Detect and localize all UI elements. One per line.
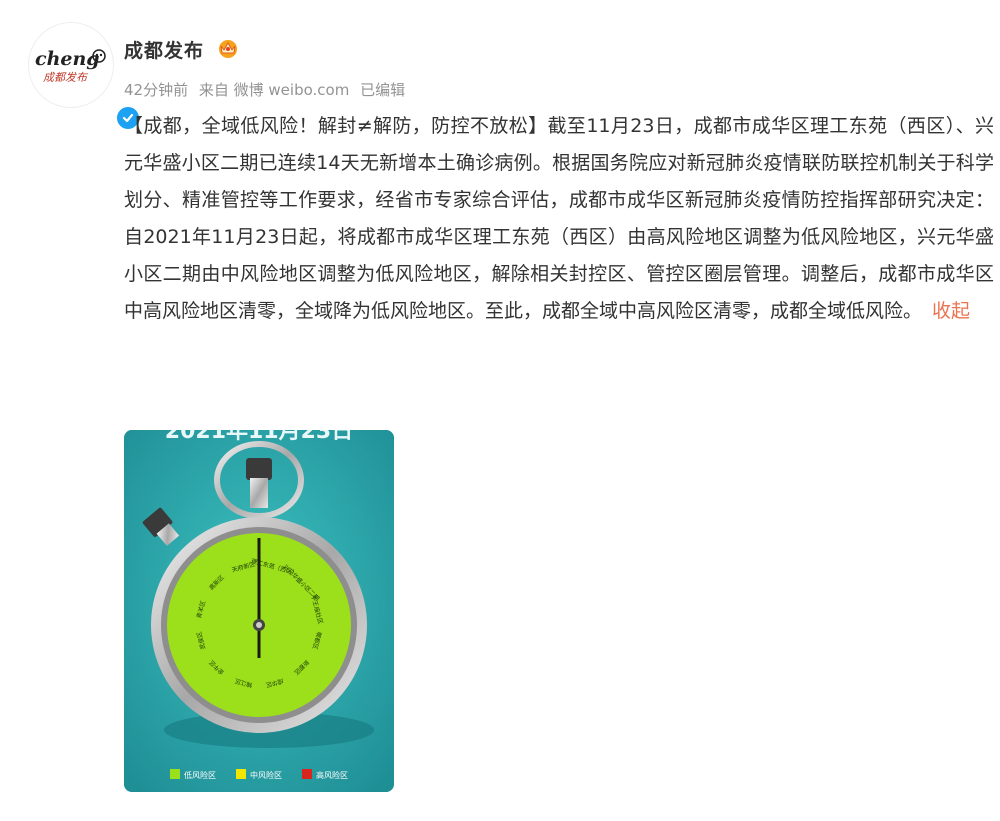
svg-text:成都发布: 成都发布 [43, 71, 89, 84]
post-body: 【成都，全域低风险！解封≠解防，防控不放松】截至11月23日，成都市成华区理工东… [124, 108, 994, 330]
legend-swatch [170, 769, 180, 779]
avatar[interactable]: cheng 成都发布 [28, 22, 141, 131]
post-meta: 42分钟前 来自 微博 weibo.com 已编辑 [124, 79, 411, 100]
edited-label[interactable]: 已编辑 [360, 81, 405, 99]
post-source: 来自 微博 weibo.com [198, 81, 350, 99]
chengdu-logo-icon: cheng 成都发布 [29, 23, 113, 107]
post-time[interactable]: 42分钟前 [124, 81, 188, 99]
svg-text:cheng: cheng [35, 48, 100, 70]
account-name[interactable]: 成都发布 [124, 36, 204, 63]
legend-label: 中风险区 [250, 770, 282, 780]
legend-label: 高风险区 [316, 770, 348, 780]
legend-swatch [236, 769, 246, 779]
crown-icon[interactable] [217, 37, 239, 59]
legend-label: 低风险区 [184, 770, 216, 780]
legend-swatch [302, 769, 312, 779]
collapse-button[interactable]: 收起 [932, 300, 970, 322]
post-text: 【成都，全域低风险！解封≠解防，防控不放松】截至11月23日，成都市成华区理工东… [124, 115, 994, 322]
risk-legend: 低风险区 中风险区 高风险区 [170, 769, 348, 780]
post-image[interactable]: 2021年11月23日 理工东苑（西区） 兴元华盛小区二期 牛王庙社区 郫都区 新都区成… [124, 430, 394, 792]
